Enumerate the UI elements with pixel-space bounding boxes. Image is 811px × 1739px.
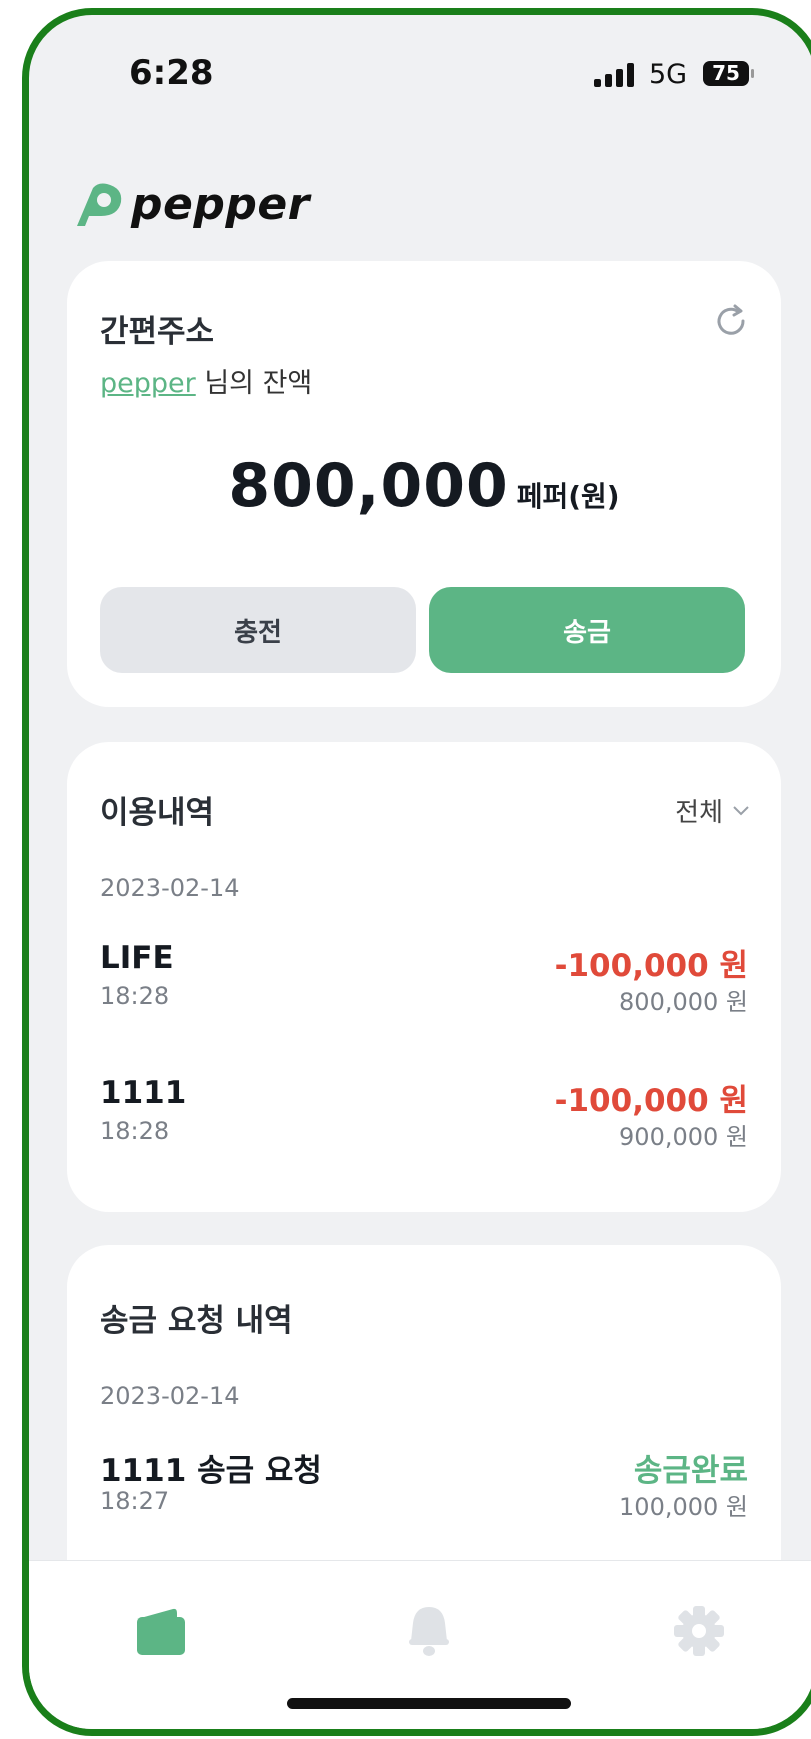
pepper-logo-icon — [77, 183, 122, 226]
wallet-title: 간편주소 — [100, 314, 215, 350]
history-filter[interactable]: 전체 — [675, 792, 749, 829]
brand-logo: pepper — [71, 179, 310, 230]
history-row[interactable]: LIFE 18:28 -100,000 원 800,000 원 — [100, 940, 748, 1020]
request-time: 18:27 — [100, 1487, 170, 1515]
history-balance: 800,000 원 — [619, 988, 748, 1016]
status-time: 6:28 — [129, 53, 214, 93]
history-time: 18:28 — [100, 1117, 170, 1145]
wallet-icon[interactable] — [129, 1603, 189, 1659]
chevron-down-icon — [733, 805, 749, 815]
battery-tip — [751, 69, 754, 78]
history-card: 이용내역 전체 2023-02-14 LIFE 18:28 -100,000 원… — [67, 742, 781, 1212]
status-bar: 6:28 5G 75 — [29, 15, 811, 125]
filter-label: 전체 — [675, 798, 723, 828]
balance-owner: pepper 님의 잔액 — [100, 361, 312, 400]
history-title: 이용내역 — [100, 795, 215, 831]
owner-suffix: 님의 잔액 — [195, 368, 313, 399]
signal-icon — [594, 63, 634, 87]
request-name: 1111 송금 요청 — [100, 1453, 322, 1489]
refresh-icon[interactable] — [711, 301, 751, 341]
requests-title: 송금 요청 내역 — [100, 1303, 293, 1339]
wallet-card: 간편주소 pepper 님의 잔액 800,000 페퍼(원) 충전 송금 — [67, 261, 781, 707]
history-name: LIFE — [100, 940, 174, 976]
charge-button[interactable]: 충전 — [100, 587, 416, 673]
history-amount: -100,000 원 — [554, 948, 748, 984]
request-amount: 100,000 원 — [619, 1493, 748, 1521]
bell-icon[interactable] — [399, 1603, 459, 1659]
balance-amount: 800,000 — [228, 451, 509, 521]
balance-display: 800,000 페퍼(원) — [67, 451, 781, 521]
user-link[interactable]: pepper — [100, 368, 196, 399]
history-amount: -100,000 원 — [554, 1083, 748, 1119]
battery-icon: 75 — [703, 61, 749, 86]
request-row[interactable]: 1111 송금 요청 18:27 송금완료 100,000 원 — [100, 1445, 748, 1525]
history-row[interactable]: 1111 18:28 -100,000 원 900,000 원 — [100, 1075, 748, 1155]
tab-bar — [29, 1560, 811, 1729]
history-name: 1111 — [100, 1075, 187, 1111]
network-label: 5G — [649, 59, 688, 90]
requests-date: 2023-02-14 — [100, 1382, 240, 1410]
send-button[interactable]: 송금 — [429, 587, 745, 673]
history-time: 18:28 — [100, 982, 170, 1010]
request-status: 송금완료 — [633, 1453, 748, 1489]
balance-unit: 페퍼(원) — [516, 480, 620, 513]
brand-name: pepper — [131, 179, 310, 230]
history-balance: 900,000 원 — [619, 1123, 748, 1151]
home-indicator — [287, 1698, 571, 1709]
history-date: 2023-02-14 — [100, 874, 240, 902]
gear-icon[interactable] — [669, 1603, 729, 1659]
phone-frame: 6:28 5G 75 pepper 간편주소 pepper 님의 잔액 800,… — [22, 8, 811, 1736]
